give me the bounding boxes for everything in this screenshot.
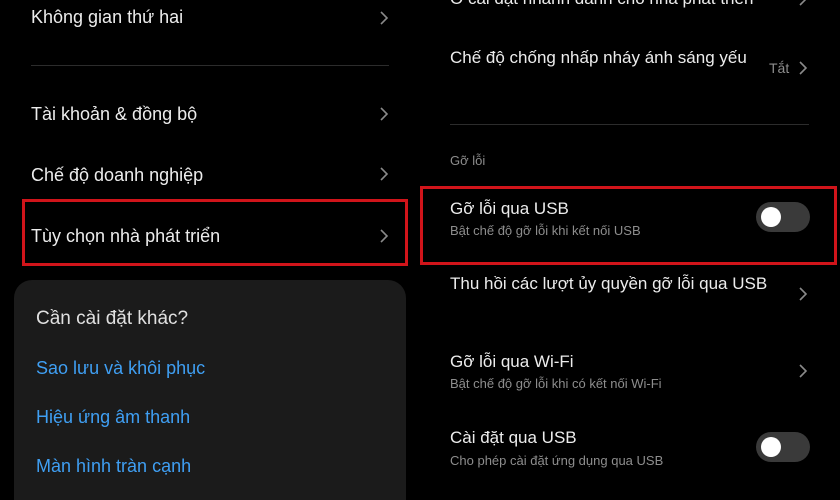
settings-item-anti-flicker[interactable]: Chế độ chống nhấp nháy ánh sáng yếu Tắt [420,44,840,96]
settings-item-title: Ô cài đặt nhanh dành cho nhà phát triển [450,0,753,10]
chevron-right-icon [795,363,811,379]
card-title: Cần cài đặt khác? [36,308,189,329]
chevron-right-icon [795,0,811,7]
settings-item-title: Chế độ chống nhấp nháy ánh sáng yếu [450,48,747,67]
divider [450,124,809,125]
settings-item-title: Cài đặt qua USB [450,428,577,447]
link-edge-display[interactable]: Màn hình tràn cạnh [36,456,191,477]
settings-item-label: Chế độ doanh nghiệp [31,165,204,185]
toggle-knob [761,437,781,457]
settings-item-subtitle: Cho phép cài đặt ứng dụng qua USB [450,453,664,468]
settings-item-install-via-usb[interactable]: Cài đặt qua USB Cho phép cài đặt ứng dụn… [420,426,840,472]
chevron-right-icon [795,60,811,76]
section-header-debugging: Gỡ lỗi [450,153,486,168]
settings-item-wifi-debugging[interactable]: Gỡ lỗi qua Wi-Fi Bật chế độ gỡ lỗi khi c… [420,350,840,396]
link-backup-restore[interactable]: Sao lưu và khôi phục [36,358,205,379]
developer-options-list: Ô cài đặt nhanh dành cho nhà phát triển … [420,0,840,500]
link-sound-effects[interactable]: Hiệu ứng âm thanh [36,407,190,428]
setting-value: Tắt [769,60,790,76]
chevron-right-icon [795,286,811,302]
divider [31,65,389,66]
settings-list-left: Không gian thứ hai Tài khoản & đồng bộ C… [0,0,420,500]
settings-item-subtitle: Bật chế độ gỡ lỗi khi có kết nối Wi-Fi [450,376,662,391]
settings-item-accounts-sync[interactable]: Tài khoản & đồng bộ [0,95,420,135]
settings-item-label: Không gian thứ hai [31,7,184,27]
chevron-right-icon [376,166,392,182]
more-settings-card: Cần cài đặt khác? Sao lưu và khôi phục H… [14,280,406,500]
chevron-right-icon [376,106,392,122]
settings-item-second-space[interactable]: Không gian thứ hai [0,0,420,44]
settings-item-title: Thu hồi các lượt ủy quyền gỡ lỗi qua USB [450,274,768,293]
settings-item-title: Gỡ lỗi qua Wi-Fi [450,352,574,371]
highlight-box-developer-options [22,199,408,266]
install-via-usb-toggle[interactable] [756,432,810,462]
chevron-right-icon [376,10,392,26]
settings-item-quick-tiles[interactable]: Ô cài đặt nhanh dành cho nhà phát triển [420,0,840,12]
highlight-box-usb-debugging [420,186,837,265]
settings-item-revoke-usb-authorizations[interactable]: Thu hồi các lượt ủy quyền gỡ lỗi qua USB [420,272,840,320]
settings-item-enterprise-mode[interactable]: Chế độ doanh nghiệp [0,156,420,196]
settings-item-label: Tài khoản & đồng bộ [31,104,198,124]
